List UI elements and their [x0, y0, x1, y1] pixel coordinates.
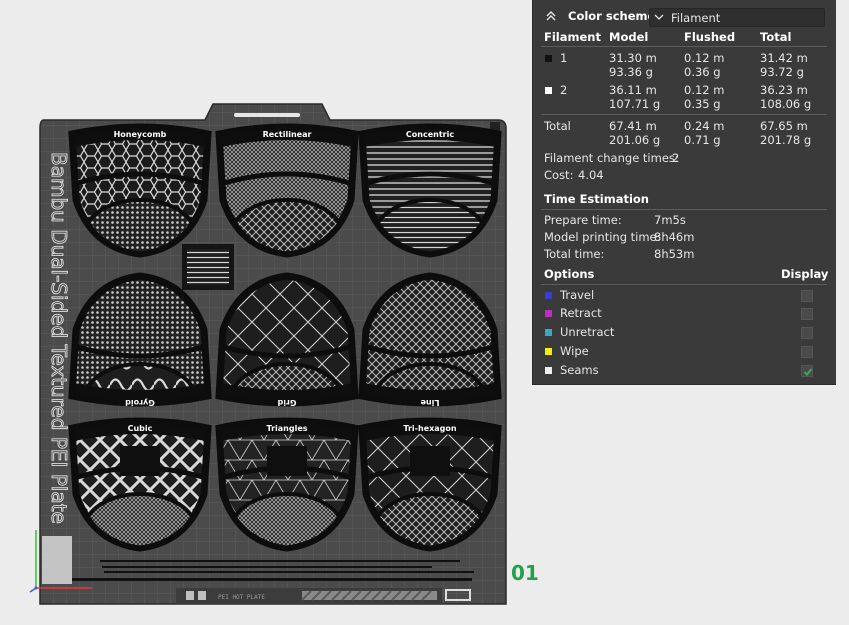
filament-1-model-weight: 93.36 g: [609, 65, 653, 79]
collapse-chevron-icon[interactable]: [544, 9, 558, 23]
infill-label-line: Line: [420, 398, 440, 407]
filament-1-model-length: 31.30 m: [609, 51, 657, 65]
infill-label-tri-hexagon: Tri-hexagon: [403, 424, 456, 433]
option-seams-label: Seams: [560, 363, 599, 377]
option-unretract-label: Unretract: [560, 325, 615, 339]
infill-label-grid: Grid: [277, 398, 296, 407]
color-scheme-value: Filament: [671, 11, 721, 25]
plate-side-text: Bambu Dual-Sided Textured PEI Plate: [47, 152, 71, 524]
filament-1-flushed-length: 0.12 m: [684, 51, 725, 65]
total-total-weight: 201.78 g: [760, 133, 812, 147]
col-header-filament: Filament: [544, 30, 601, 44]
filament-1-total-length: 31.42 m: [760, 51, 808, 65]
filament-2-id: 2: [560, 83, 568, 97]
option-wipe-label: Wipe: [560, 344, 589, 358]
filament-2-model-length: 36.11 m: [609, 83, 657, 97]
total-flushed-weight: 0.71 g: [684, 133, 721, 147]
filament-change-value: 2: [672, 151, 680, 165]
color-scheme-header: Color scheme Filament: [533, 0, 836, 32]
cost-value: 4.04: [578, 168, 604, 182]
total-total-length: 67.65 m: [760, 119, 808, 133]
infill-label-rectilinear: Rectilinear: [263, 130, 312, 139]
display-column-label: Display: [781, 267, 829, 281]
option-retract-display-checkbox[interactable]: [801, 308, 813, 320]
filament-2-total-weight: 108.06 g: [760, 97, 812, 111]
total-model-weight: 201.06 g: [609, 133, 661, 147]
total-row-label: Total: [544, 119, 571, 133]
color-scheme-label: Color scheme: [568, 9, 656, 23]
filament-2-flushed-weight: 0.35 g: [684, 97, 721, 111]
total-time-value: 8h53m: [654, 247, 695, 261]
plate-number: 01: [511, 561, 539, 585]
infill-label-honeycomb: Honeycomb: [114, 130, 167, 139]
col-header-model: Model: [609, 30, 649, 44]
infill-label-triangles: Triangles: [266, 424, 307, 433]
col-header-total: Total: [760, 30, 792, 44]
option-travel-swatch: [545, 292, 552, 299]
option-retract-label: Retract: [560, 306, 602, 320]
model-printing-time-value: 8h46m: [654, 230, 695, 244]
filament-1-swatch: [545, 55, 552, 62]
total-model-length: 67.41 m: [609, 119, 657, 133]
total-flushed-length: 0.24 m: [684, 119, 725, 133]
filament-2-model-weight: 107.71 g: [609, 97, 661, 111]
filament-1-flushed-weight: 0.36 g: [684, 65, 721, 79]
option-seams-display-checkbox[interactable]: [801, 365, 813, 377]
filament-2-flushed-length: 0.12 m: [684, 83, 725, 97]
color-scheme-dropdown[interactable]: Filament: [649, 8, 825, 27]
model-printing-time-label: Model printing time:: [544, 230, 661, 244]
filament-change-label: Filament change times:: [544, 151, 679, 165]
chevron-down-icon: [654, 14, 664, 20]
option-unretract-swatch: [545, 329, 552, 336]
filament-2-swatch: [545, 87, 552, 94]
col-header-flushed: Flushed: [684, 30, 736, 44]
filament-2-total-length: 36.23 m: [760, 83, 808, 97]
infill-label-cubic: Cubic: [128, 424, 153, 433]
filament-1-total-weight: 93.72 g: [760, 65, 804, 79]
cost-label: Cost:: [544, 168, 574, 182]
prepare-time-value: 7m5s: [654, 213, 686, 227]
options-title: Options: [544, 267, 595, 281]
total-time-label: Total time:: [544, 247, 605, 261]
slice-statistics-panel: Color scheme Filament Filament Model Flu…: [532, 0, 836, 385]
option-travel-display-checkbox[interactable]: [801, 290, 813, 302]
svg-text:PEI HOT PLATE: PEI HOT PLATE: [218, 594, 265, 601]
infill-label-gyroid: Gyroid: [125, 398, 155, 407]
infill-label-concentric: Concentric: [406, 130, 454, 139]
option-wipe-swatch: [545, 348, 552, 355]
option-unretract-display-checkbox[interactable]: [801, 327, 813, 339]
filament-1-id: 1: [560, 51, 568, 65]
checkmark-icon: [803, 368, 813, 376]
option-retract-swatch: [545, 310, 552, 317]
option-seams-swatch: [545, 367, 552, 374]
prepare-time-label: Prepare time:: [544, 213, 622, 227]
option-travel-label: Travel: [560, 288, 595, 302]
time-estimation-title: Time Estimation: [544, 192, 649, 206]
option-wipe-display-checkbox[interactable]: [801, 346, 813, 358]
